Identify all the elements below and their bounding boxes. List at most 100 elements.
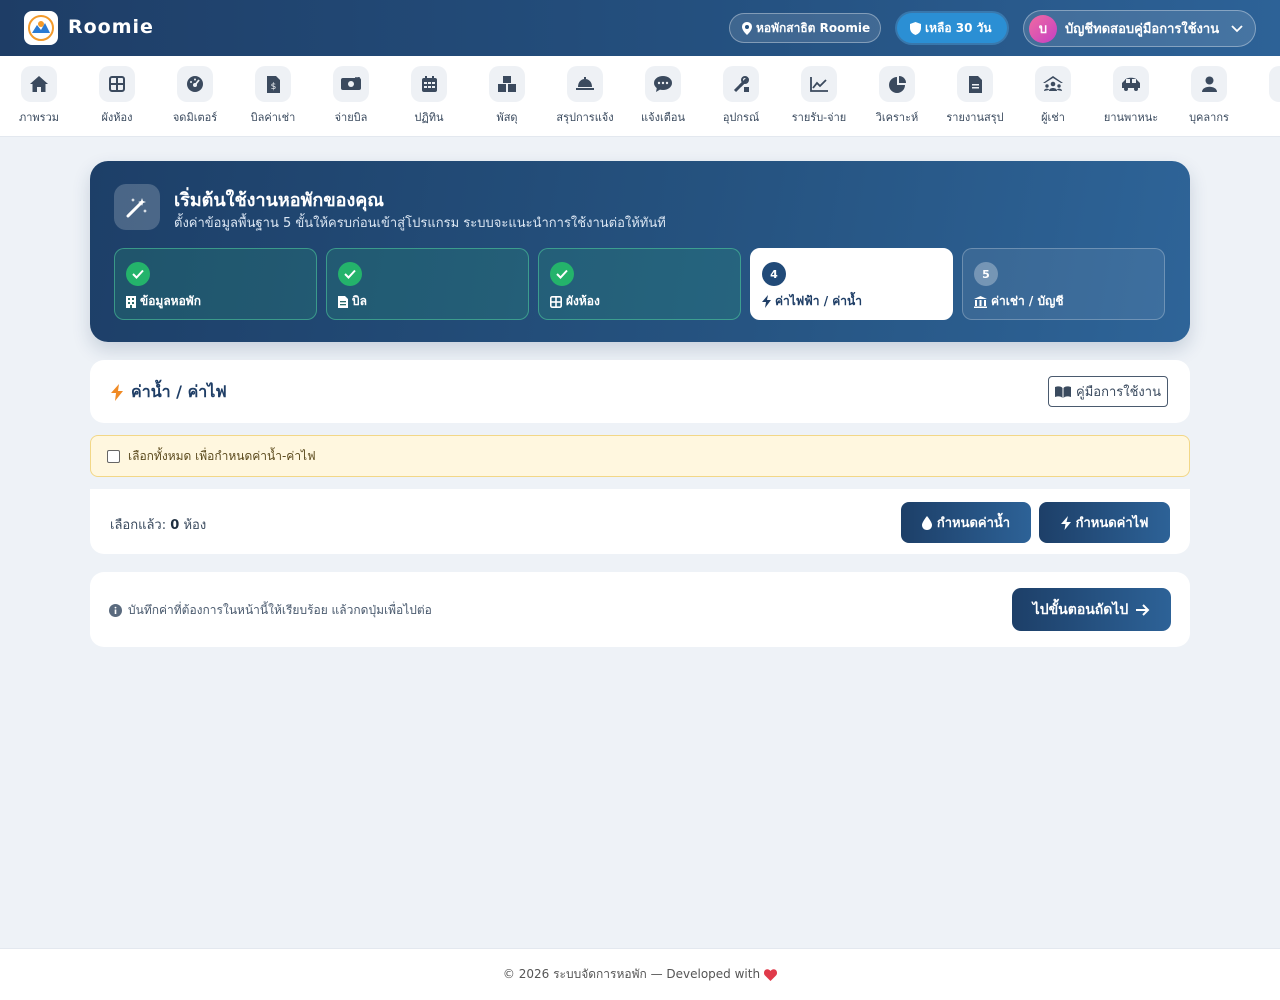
nav-item-parcels[interactable]: พัสดุ [468, 66, 546, 126]
nav-item-summary-report[interactable]: รายงานสรุป [936, 66, 1014, 126]
gauge-icon [177, 66, 213, 102]
invoice-icon: $ [255, 66, 291, 102]
select-all-checkbox[interactable] [107, 449, 120, 463]
nav-item-overview[interactable]: ภาพรวม [0, 66, 78, 126]
manual-button-label: คู่มือการใช้งาน [1076, 385, 1161, 400]
step-number: 4 [762, 262, 786, 286]
book-open-icon [1055, 385, 1072, 398]
select-all-label[interactable]: เลือกทั้งหมด เพื่อกำหนดค่าน้ำ-ค่าไฟ [128, 447, 316, 466]
nav-item-report-summary[interactable]: สรุปการแจ้ง [546, 66, 624, 126]
section-title: ค่าน้ำ / ค่าไฟ [111, 380, 227, 405]
nav-item-rent-bill[interactable]: $ บิลค่าเช่า [234, 66, 312, 126]
set-electric-label: กำหนดค่าไฟ [1075, 516, 1149, 531]
nav-item-staff[interactable]: บุคลากร [1170, 66, 1248, 126]
tenants-icon [1035, 66, 1071, 102]
nav-item-room-layout[interactable]: ผังห้อง [78, 66, 156, 126]
next-step-button[interactable]: ไปขั้นตอนถัดไป [1012, 588, 1171, 631]
line-chart-icon [801, 66, 837, 102]
footer-text: © 2026 ระบบจัดการหอพัก — Developed with [502, 967, 761, 981]
check-icon [126, 262, 150, 286]
nav-label: ปฏิทิน [414, 111, 444, 124]
step-label-text: ผังห้อง [566, 294, 600, 308]
tools-icon [723, 66, 759, 102]
arrow-right-icon [1136, 603, 1150, 616]
wizard-step-2[interactable]: บิล [326, 248, 529, 320]
set-water-button[interactable]: กำหนดค่าน้ำ [901, 502, 1031, 543]
bolt-icon [111, 384, 123, 401]
document-icon [957, 66, 993, 102]
selected-suffix: ห้อง [183, 518, 207, 533]
top-header: Roomie หอพักสาธิต Roomie เหลือ 30 วัน บ … [0, 0, 1280, 56]
nav-label: อุปกรณ์ [722, 111, 760, 124]
nav-item-more[interactable]: บ [1248, 66, 1280, 126]
roomie-logo[interactable] [24, 11, 58, 45]
location-text: หอพักสาธิต Roomie [756, 20, 871, 35]
money-icon [333, 66, 369, 102]
selected-count: 0 [170, 518, 180, 533]
nav-item-income-expense[interactable]: รายรับ-จ่าย [780, 66, 858, 126]
calendar-icon [411, 66, 447, 102]
next-step-label: ไปขั้นตอนถัดไป [1032, 601, 1129, 618]
nav-label: บิลค่าเช่า [250, 111, 296, 124]
nav-label: พัสดุ [496, 111, 518, 124]
wizard-title: เริ่มต้นใช้งานหอพักของคุณ [174, 190, 384, 211]
nav-item-tenants[interactable]: ผู้เช่า [1014, 66, 1092, 126]
step-label: ข้อมูลหอพัก [126, 292, 201, 311]
info-icon [109, 604, 122, 617]
manual-button[interactable]: คู่มือการใช้งาน [1048, 376, 1168, 407]
next-step-info: บันทึกค่าที่ต้องการในหน้านี้ให้เรียบร้อย… [109, 601, 432, 620]
nav-item-meter[interactable]: จดมิเตอร์ [156, 66, 234, 126]
more-icon [1269, 66, 1280, 102]
nav-item-equipment[interactable]: อุปกรณ์ [702, 66, 780, 126]
grid-icon [550, 295, 562, 308]
account-name: บัญชีทดสอบคู่มือการใช้งาน [1065, 22, 1220, 37]
selected-prefix: เลือกแล้ว: [110, 518, 167, 533]
step-number: 5 [974, 262, 998, 286]
wizard-step-5[interactable]: 5 ค่าเช่า / บัญชี [962, 248, 1165, 320]
nav-label: แจ้งเตือน [641, 111, 685, 124]
step-label: ค่าเช่า / บัญชี [974, 292, 1063, 311]
step-label-text: ค่าเช่า / บัญชี [991, 294, 1064, 308]
nav-label: จดมิเตอร์ [172, 111, 218, 124]
nav-item-vehicles[interactable]: ยานพาหนะ [1092, 66, 1170, 126]
select-all-bar: เลือกทั้งหมด เพื่อกำหนดค่าน้ำ-ค่าไฟ [90, 435, 1190, 477]
wizard-step-1[interactable]: ข้อมูลหอพัก [114, 248, 317, 320]
selected-count-text: เลือกแล้ว: 0 ห้อง [110, 514, 206, 535]
set-water-label: กำหนดค่าน้ำ [936, 516, 1011, 531]
footer: © 2026 ระบบจัดการหอพัก — Developed with [0, 948, 1280, 1000]
location-pill[interactable]: หอพักสาธิต Roomie [729, 13, 881, 43]
remaining-days-pill[interactable]: เหลือ 30 วัน [897, 13, 1007, 43]
boxes-icon [489, 66, 525, 102]
step-label: ผังห้อง [550, 292, 600, 311]
nav-label: บุคลากร [1189, 111, 1229, 124]
set-electric-button[interactable]: กำหนดค่าไฟ [1039, 502, 1170, 543]
chevron-down-icon [1231, 24, 1243, 32]
nav-label: ยานพาหนะ [1103, 111, 1159, 124]
next-step-info-text: บันทึกค่าที่ต้องการในหน้านี้ให้เรียบร้อย… [128, 603, 432, 617]
grid-icon [99, 66, 135, 102]
nav-label: สรุปการแจ้ง [556, 111, 614, 124]
wizard-subtitle: ตั้งค่าข้อมูลพื้นฐาน 5 ขั้นให้ครบก่อนเข้… [174, 216, 666, 231]
nav-item-pay-bill[interactable]: จ่ายบิล [312, 66, 390, 126]
setup-wizard: เริ่มต้นใช้งานหอพักของคุณ ตั้งค่าข้อมูลพ… [90, 161, 1190, 342]
nav-item-analytics[interactable]: วิเคราะห์ [858, 66, 936, 126]
step-label: ค่าไฟฟ้า / ค่าน้ำ [762, 292, 862, 311]
bell-service-icon [567, 66, 603, 102]
brand-name[interactable]: Roomie [68, 16, 154, 38]
check-icon [338, 262, 362, 286]
wizard-step-4[interactable]: 4 ค่าไฟฟ้า / ค่าน้ำ [750, 248, 953, 320]
account-menu[interactable]: บ บัญชีทดสอบคู่มือการใช้งาน [1023, 10, 1256, 47]
nav-item-calendar[interactable]: ปฏิทิน [390, 66, 468, 126]
main-nav: ภาพรวม ผังห้อง จดมิเตอร์ $ บิลค่าเช่า จ่… [0, 56, 1280, 137]
car-icon [1113, 66, 1149, 102]
heart-icon [764, 968, 778, 981]
shield-icon [910, 21, 921, 35]
nav-label: รายงานสรุป [946, 111, 1004, 124]
chat-icon [645, 66, 681, 102]
map-pin-icon [742, 21, 752, 35]
wizard-step-3[interactable]: ผังห้อง [538, 248, 741, 320]
step-label-text: ข้อมูลหอพัก [140, 294, 201, 308]
nav-item-notifications[interactable]: แจ้งเตือน [624, 66, 702, 126]
building-icon [126, 295, 136, 308]
svg-text:$: $ [270, 82, 276, 92]
